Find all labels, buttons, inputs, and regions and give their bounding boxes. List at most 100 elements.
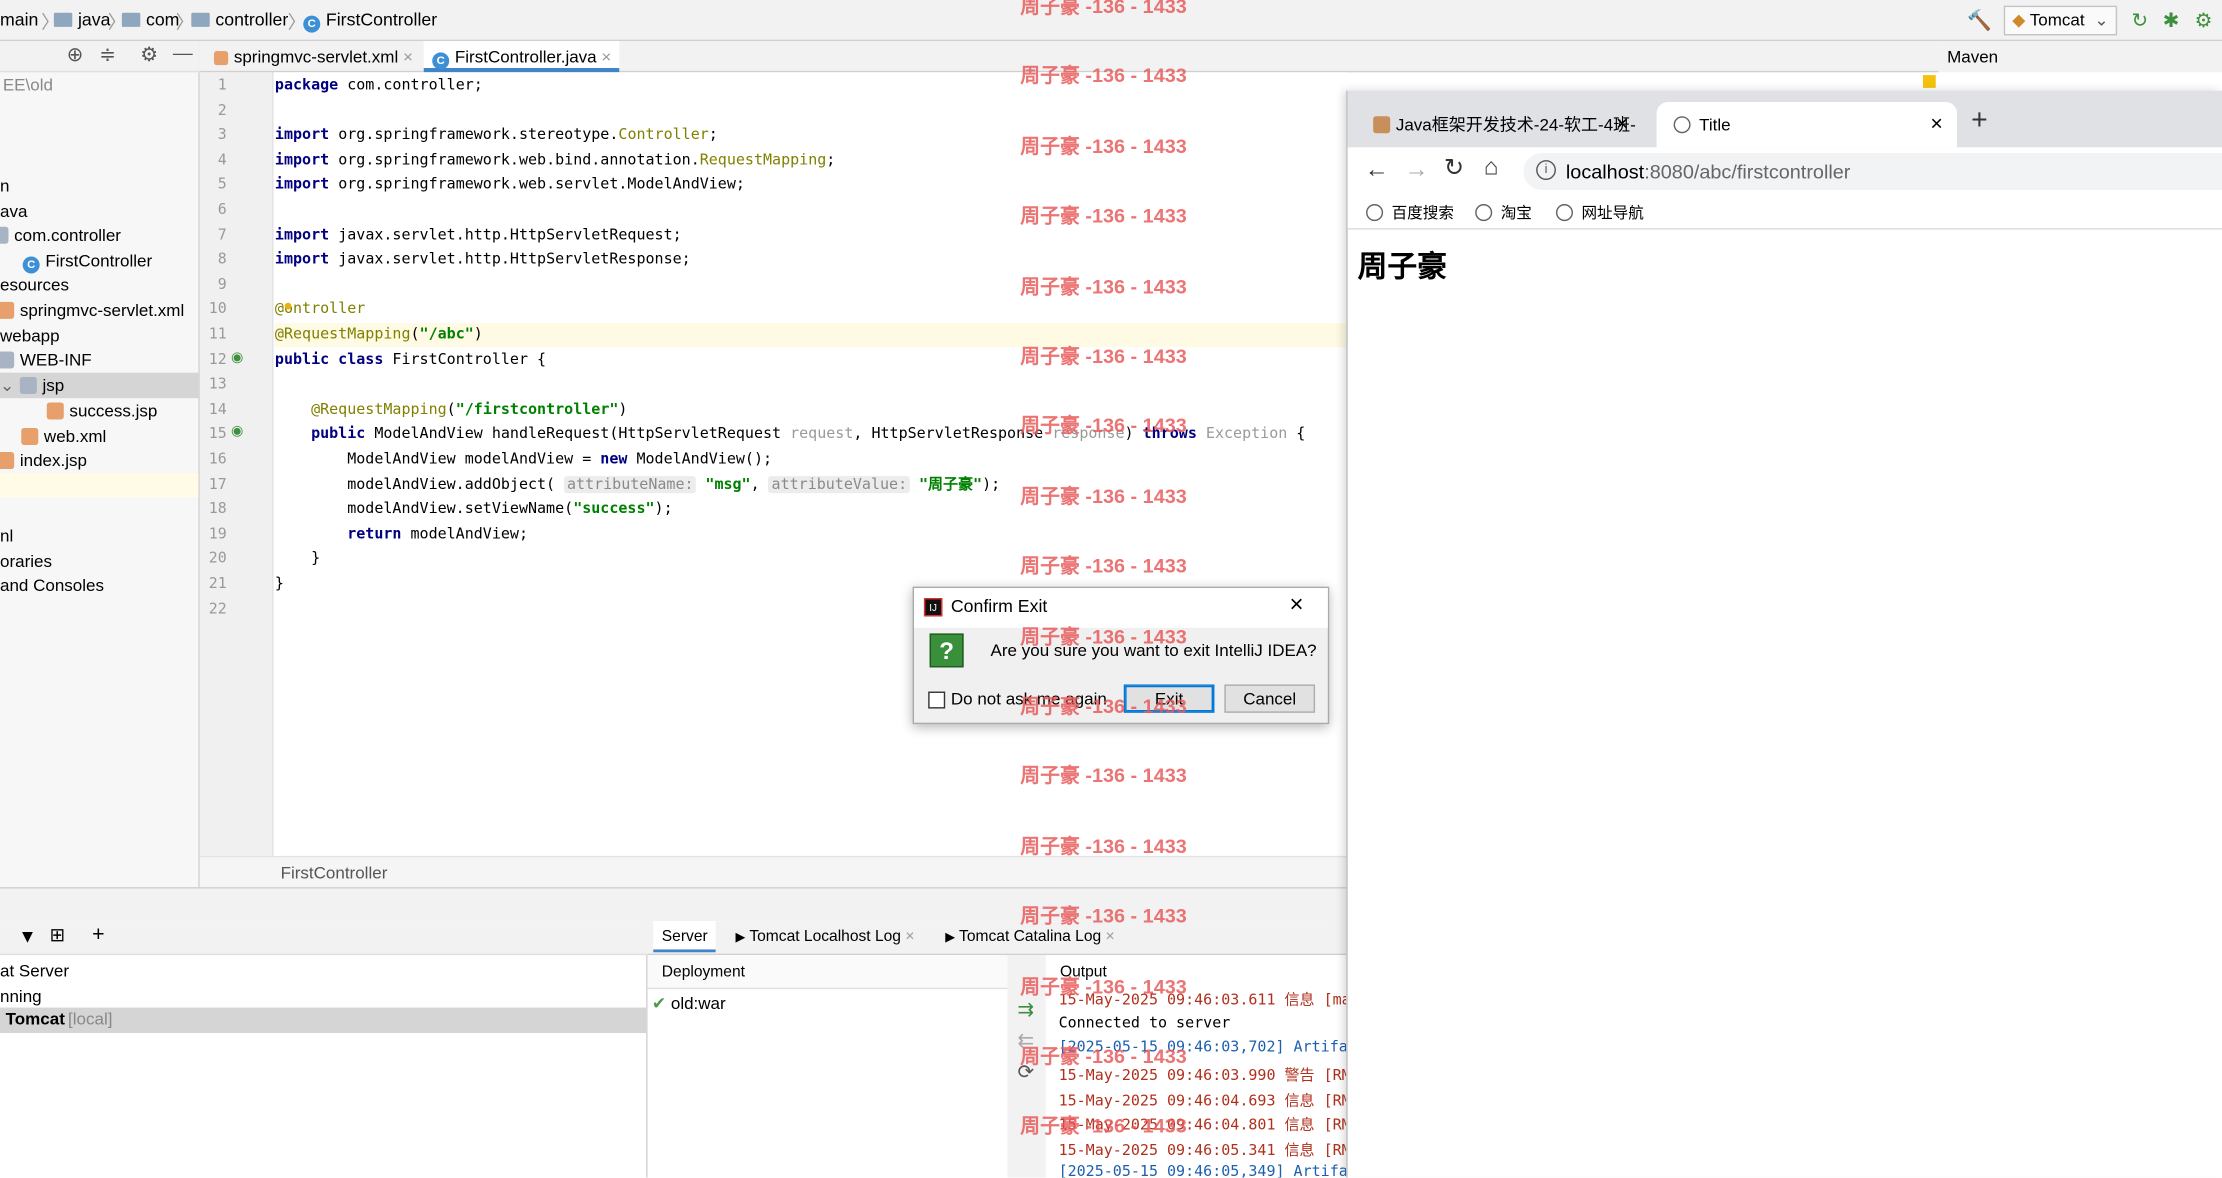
locate-icon[interactable]: ⊕	[67, 43, 84, 67]
address-bar[interactable]: i localhost:8080/abc/firstcontroller	[1523, 153, 2222, 190]
service-running[interactable]: nning	[0, 983, 42, 1009]
code-line[interactable]: public class FirstController {	[275, 348, 546, 372]
code-line[interactable]: return modelAndView;	[275, 523, 528, 547]
close-icon[interactable]: ×	[1290, 591, 1304, 619]
tomcat-icon: ◆	[2012, 9, 2026, 30]
code-line[interactable]: ModelAndView modelAndView = new ModelAnd…	[275, 448, 772, 472]
run-configuration-select[interactable]: ◆ Tomcat ⌄	[2003, 5, 2118, 36]
build-hammer-icon[interactable]: 🔨	[1966, 6, 1994, 34]
tree-item-firstcontroller[interactable]: C FirstController	[22, 248, 152, 274]
folder-icon	[19, 376, 37, 394]
minimize-icon[interactable]: —	[173, 41, 193, 64]
cancel-button[interactable]: Cancel	[1224, 684, 1316, 713]
reload-icon[interactable]: ↻	[1444, 154, 1464, 182]
rerun-icon[interactable]: ↻	[2126, 6, 2154, 34]
maven-title[interactable]: Maven	[1947, 47, 1998, 67]
service-tomcat-server[interactable]: at Server	[0, 958, 69, 984]
profile-icon[interactable]: ⚙	[2189, 6, 2217, 34]
back-icon[interactable]: ←	[1365, 156, 1389, 184]
tree-item-success-jsp[interactable]: success.jsp	[46, 398, 157, 424]
tree-item-com-controller[interactable]: com.controller	[0, 222, 121, 248]
tree-item-resources[interactable]: esources	[0, 272, 69, 298]
undeploy-icon[interactable]: ⇇	[1017, 1029, 1034, 1053]
filter-icon[interactable]: ▼	[18, 925, 36, 946]
code-line[interactable]: modelAndView.setViewName("success");	[275, 498, 672, 522]
breadcrumb-firstcontroller[interactable]: C FirstController	[303, 10, 437, 33]
breadcrumb-com[interactable]: com	[121, 10, 179, 30]
new-tab-icon[interactable]: +	[1971, 105, 1988, 138]
code-line[interactable]: @RequestMapping("/firstcontroller")	[275, 398, 627, 422]
code-line[interactable]: import org.springframework.web.bind.anno…	[275, 149, 835, 173]
gear-icon[interactable]: ⚙	[140, 43, 158, 67]
info-icon[interactable]: i	[1536, 160, 1556, 180]
line-number: 16	[208, 450, 227, 468]
run-gutter-icon[interactable]: ◉	[231, 424, 243, 440]
lightbulb-icon[interactable]: ●	[283, 298, 292, 315]
browser-window: Java框架开发技术-24-软工-4班- × Title × + ← → ↻ ⌂…	[1346, 90, 2222, 1178]
bookmark-taobao[interactable]: 淘宝	[1475, 201, 1532, 224]
close-icon[interactable]: ×	[601, 47, 611, 67]
close-icon[interactable]: ×	[403, 47, 413, 67]
dont-ask-checkbox[interactable]	[928, 691, 946, 709]
tree-item-java[interactable]: ava	[0, 198, 27, 224]
add-icon[interactable]: +	[92, 923, 104, 947]
xml-file-icon	[21, 427, 39, 445]
bookmark-nav[interactable]: 网址导航	[1555, 201, 1644, 224]
code-line[interactable]: @RequestMapping("/abc")	[275, 323, 483, 347]
code-line[interactable]: import org.springframework.web.servlet.M…	[275, 173, 745, 197]
tab-tomcat-catalina-log[interactable]: ▶ Tomcat Catalina Log ×	[937, 921, 1123, 952]
checkbox-label[interactable]: Do not ask me again	[951, 689, 1107, 709]
close-icon[interactable]: ×	[905, 928, 914, 945]
exit-button[interactable]: Exit	[1123, 684, 1215, 713]
deploy-icon[interactable]: ⇉	[1017, 998, 1034, 1022]
code-line[interactable]: modelAndView.addObject( attributeName: "…	[275, 473, 1000, 497]
code-editor[interactable]: package com.controller; import org.spring…	[274, 72, 1347, 856]
code-line[interactable]: import org.springframework.stereotype.Co…	[275, 124, 718, 148]
home-icon[interactable]: ⌂	[1484, 153, 1499, 181]
bookmark-baidu[interactable]: 百度搜索	[1366, 201, 1454, 224]
tree-item-main[interactable]: n	[0, 173, 9, 199]
tree-item-web-xml[interactable]: web.xml	[21, 424, 106, 450]
tree-item-path[interactable]: EE\old	[3, 72, 53, 98]
code-line[interactable]: import javax.servlet.http.HttpServletRes…	[275, 248, 691, 272]
collapse-all-icon[interactable]: ≑	[99, 43, 116, 67]
group-icon[interactable]: ⊞	[50, 924, 65, 947]
run-gutter-icon[interactable]: ◉	[231, 349, 243, 365]
code-line[interactable]: }	[275, 573, 284, 597]
tree-item-webapp[interactable]: webapp	[0, 323, 60, 349]
tree-item-web-inf[interactable]: WEB-INF	[0, 347, 92, 373]
tree-item-scratches[interactable]: and Consoles	[0, 573, 104, 599]
breadcrumb-java[interactable]: java	[53, 10, 110, 30]
tree-item-springmvc-servlet-xml[interactable]: springmvc-servlet.xml	[0, 298, 184, 324]
close-icon[interactable]: ×	[1616, 102, 1628, 147]
debug-bug-icon[interactable]: ✱	[2157, 6, 2185, 34]
tab-springmvc-servlet-xml[interactable]: springmvc-servlet.xml ×	[205, 41, 421, 72]
tree-item-xml[interactable]: nl	[0, 523, 13, 549]
code-line[interactable]: }	[275, 548, 320, 572]
tab-server[interactable]: Server	[653, 921, 717, 953]
code-token: ontroller	[283, 300, 366, 318]
breadcrumb-controller[interactable]: controller	[191, 10, 288, 30]
browser-tab-title[interactable]: Title ×	[1656, 102, 1958, 148]
services-tabs: Server ▶ Tomcat Localhost Log × ▶ Tomcat…	[647, 921, 1347, 956]
code-line[interactable]: import javax.servlet.http.HttpServletReq…	[275, 223, 682, 247]
close-icon[interactable]: ×	[1106, 928, 1115, 945]
code-token: javax.servlet.http.HttpServletRequest;	[329, 226, 682, 244]
expand-icon[interactable]: ⁝	[0, 927, 1, 947]
code-line[interactable]: public ModelAndView handleRequest(HttpSe…	[275, 423, 1305, 447]
tab-firstcontroller-java[interactable]: C FirstController.java ×	[423, 41, 620, 73]
code-line[interactable]: package com.controller;	[275, 74, 483, 98]
editor-breadcrumb[interactable]: FirstController	[281, 863, 388, 883]
refresh-icon[interactable]: ⟳	[1017, 1060, 1034, 1084]
tree-item-index-jsp[interactable]: index.jsp	[0, 448, 87, 474]
browser-tab-course[interactable]: Java框架开发技术-24-软工-4班- ×	[1359, 102, 1637, 147]
close-icon[interactable]: ×	[1930, 102, 1942, 147]
tree-item-jsp[interactable]: ⌄ jsp	[0, 372, 199, 399]
breadcrumb-main[interactable]: main	[0, 10, 38, 30]
deployment-item[interactable]: ✔ old:war	[652, 993, 726, 1013]
output-console[interactable]: Output 15-May-2025 09:46:03.611 信息 [ma C…	[1045, 955, 1347, 1178]
forward-icon[interactable]: →	[1404, 156, 1428, 184]
tree-item-libraries[interactable]: oraries	[0, 548, 52, 574]
tab-tomcat-localhost-log[interactable]: ▶ Tomcat Localhost Log ×	[727, 921, 923, 952]
service-tomcat-local[interactable]: Tomcat [local]	[0, 1007, 647, 1034]
